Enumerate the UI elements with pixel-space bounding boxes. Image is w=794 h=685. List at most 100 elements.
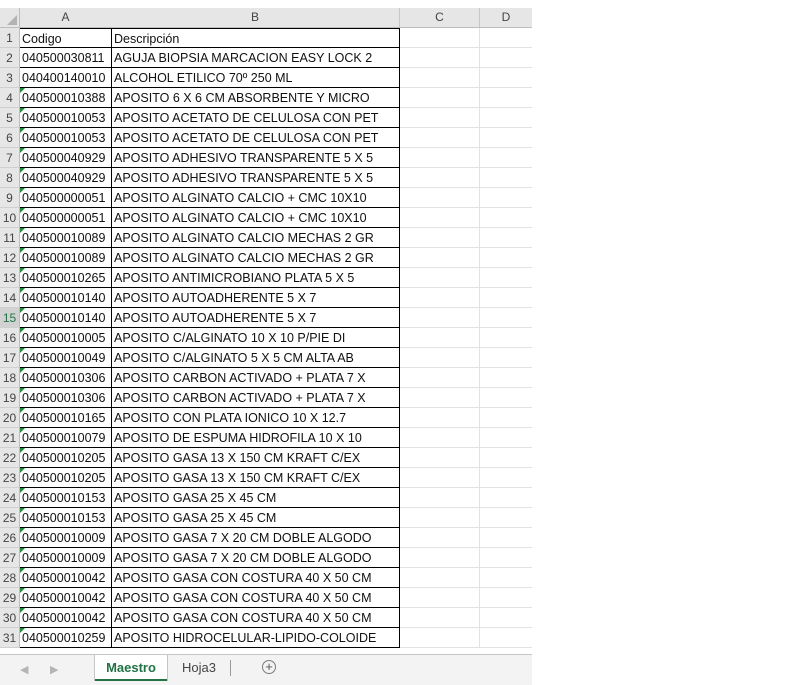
cell-descripcion[interactable]: APOSITO C/ALGINATO 5 X 5 CM ALTA AB <box>111 348 400 368</box>
cell-empty[interactable] <box>400 348 480 368</box>
cell-empty[interactable] <box>480 68 532 88</box>
cell-descripcion[interactable]: APOSITO ALGINATO CALCIO + CMC 10X10 <box>111 188 400 208</box>
cell-descripcion[interactable]: APOSITO C/ALGINATO 10 X 10 P/PIE DI <box>111 328 400 348</box>
cell-empty[interactable] <box>480 248 532 268</box>
cell-codigo[interactable]: 040400140010 <box>20 68 112 88</box>
row-header[interactable]: 6 <box>0 128 20 148</box>
row-header[interactable]: 19 <box>0 388 20 408</box>
cell-empty[interactable] <box>480 168 532 188</box>
row-header[interactable]: 10 <box>0 208 20 228</box>
cell-codigo[interactable]: 040500010005 <box>20 328 112 348</box>
row-header[interactable]: 13 <box>0 268 20 288</box>
row-header[interactable]: 17 <box>0 348 20 368</box>
cell-empty[interactable] <box>400 568 480 588</box>
cell-descripcion[interactable]: APOSITO AUTOADHERENTE 5 X 7 <box>111 308 400 328</box>
cell-codigo[interactable]: 040500010388 <box>20 88 112 108</box>
cell-empty[interactable] <box>480 548 532 568</box>
row-header[interactable]: 7 <box>0 148 20 168</box>
cell-codigo[interactable]: 040500010306 <box>20 388 112 408</box>
cell-empty[interactable] <box>480 348 532 368</box>
cell-descripcion[interactable]: APOSITO ADHESIVO TRANSPARENTE 5 X 5 <box>111 148 400 168</box>
cell-empty[interactable] <box>480 308 532 328</box>
cell-descripcion[interactable]: APOSITO GASA 7 X 20 CM DOBLE ALGODO <box>111 528 400 548</box>
row-header[interactable]: 3 <box>0 68 20 88</box>
cell-codigo[interactable]: 040500010049 <box>20 348 112 368</box>
cell-codigo[interactable]: 040500010205 <box>20 448 112 468</box>
cell-empty[interactable] <box>400 468 480 488</box>
cell-descripcion[interactable]: APOSITO AUTOADHERENTE 5 X 7 <box>111 288 400 308</box>
cell-descripcion[interactable]: APOSITO CARBON ACTIVADO + PLATA 7 X <box>111 368 400 388</box>
cell-empty[interactable] <box>400 428 480 448</box>
cell-codigo[interactable]: 040500010089 <box>20 248 112 268</box>
row-header[interactable]: 12 <box>0 248 20 268</box>
row-header[interactable]: 29 <box>0 588 20 608</box>
cell-empty[interactable] <box>480 568 532 588</box>
cell-empty[interactable] <box>480 108 532 128</box>
cell-empty[interactable] <box>400 28 480 48</box>
cell-empty[interactable] <box>480 508 532 528</box>
row-header[interactable]: 2 <box>0 48 20 68</box>
cell-codigo[interactable]: 040500010153 <box>20 488 112 508</box>
cell-empty[interactable] <box>480 428 532 448</box>
cell-empty[interactable] <box>400 528 480 548</box>
cell-codigo[interactable]: 040500010042 <box>20 588 112 608</box>
column-header-a[interactable]: A <box>20 8 112 28</box>
cell-empty[interactable] <box>400 188 480 208</box>
tab-maestro[interactable]: Maestro <box>95 655 167 681</box>
cell-empty[interactable] <box>400 588 480 608</box>
cell-empty[interactable] <box>400 228 480 248</box>
select-all-corner[interactable] <box>0 8 20 28</box>
cell-codigo[interactable]: 040500010306 <box>20 368 112 388</box>
cell-codigo[interactable]: 040500010140 <box>20 308 112 328</box>
cell-empty[interactable] <box>400 288 480 308</box>
cell-empty[interactable] <box>480 288 532 308</box>
cell-descripcion[interactable]: ALCOHOL ETILICO 70º 250 ML <box>111 68 400 88</box>
cell-empty[interactable] <box>480 148 532 168</box>
cell-codigo[interactable]: 040500010140 <box>20 288 112 308</box>
cell-empty[interactable] <box>400 68 480 88</box>
cell-empty[interactable] <box>400 248 480 268</box>
scroll-tabs-right-icon[interactable]: ▶ <box>50 663 58 676</box>
cell-empty[interactable] <box>480 328 532 348</box>
cell-empty[interactable] <box>400 488 480 508</box>
cell-empty[interactable] <box>480 48 532 68</box>
cell-codigo[interactable]: Codigo <box>20 28 112 48</box>
cell-descripcion[interactable]: APOSITO CARBON ACTIVADO + PLATA 7 X <box>111 388 400 408</box>
cell-empty[interactable] <box>480 408 532 428</box>
cell-descripcion[interactable]: APOSITO ANTIMICROBIANO PLATA 5 X 5 <box>111 268 400 288</box>
column-header-d[interactable]: D <box>480 8 532 28</box>
row-header[interactable]: 15 <box>0 308 20 328</box>
cell-codigo[interactable]: 040500010009 <box>20 548 112 568</box>
row-header[interactable]: 24 <box>0 488 20 508</box>
cell-empty[interactable] <box>400 128 480 148</box>
cell-descripcion[interactable]: APOSITO ALGINATO CALCIO MECHAS 2 GR <box>111 228 400 248</box>
row-header[interactable]: 28 <box>0 568 20 588</box>
cell-empty[interactable] <box>400 628 480 648</box>
cell-descripcion[interactable]: AGUJA BIOPSIA MARCACION EASY LOCK 2 <box>111 48 400 68</box>
row-header[interactable]: 26 <box>0 528 20 548</box>
cell-empty[interactable] <box>480 368 532 388</box>
cell-empty[interactable] <box>400 508 480 528</box>
cell-empty[interactable] <box>400 368 480 388</box>
cell-codigo[interactable]: 040500010259 <box>20 628 112 648</box>
row-header[interactable]: 11 <box>0 228 20 248</box>
cell-descripcion[interactable]: APOSITO GASA 25 X 45 CM <box>111 508 400 528</box>
cell-codigo[interactable]: 040500010153 <box>20 508 112 528</box>
row-header[interactable]: 5 <box>0 108 20 128</box>
cell-empty[interactable] <box>480 388 532 408</box>
cell-codigo[interactable]: 040500010053 <box>20 128 112 148</box>
cell-descripcion[interactable]: APOSITO ADHESIVO TRANSPARENTE 5 X 5 <box>111 168 400 188</box>
column-header-c[interactable]: C <box>400 8 480 28</box>
cell-empty[interactable] <box>400 88 480 108</box>
cell-empty[interactable] <box>400 148 480 168</box>
row-header[interactable]: 22 <box>0 448 20 468</box>
scroll-tabs-left-icon[interactable]: ◀ <box>20 663 28 676</box>
cell-empty[interactable] <box>480 628 532 648</box>
cell-empty[interactable] <box>480 528 532 548</box>
cell-empty[interactable] <box>400 168 480 188</box>
cell-descripcion[interactable]: APOSITO ALGINATO CALCIO MECHAS 2 GR <box>111 248 400 268</box>
cell-empty[interactable] <box>480 608 532 628</box>
row-header[interactable]: 1 <box>0 28 20 48</box>
cell-codigo[interactable]: 040500010089 <box>20 228 112 248</box>
cell-codigo[interactable]: 040500040929 <box>20 168 112 188</box>
